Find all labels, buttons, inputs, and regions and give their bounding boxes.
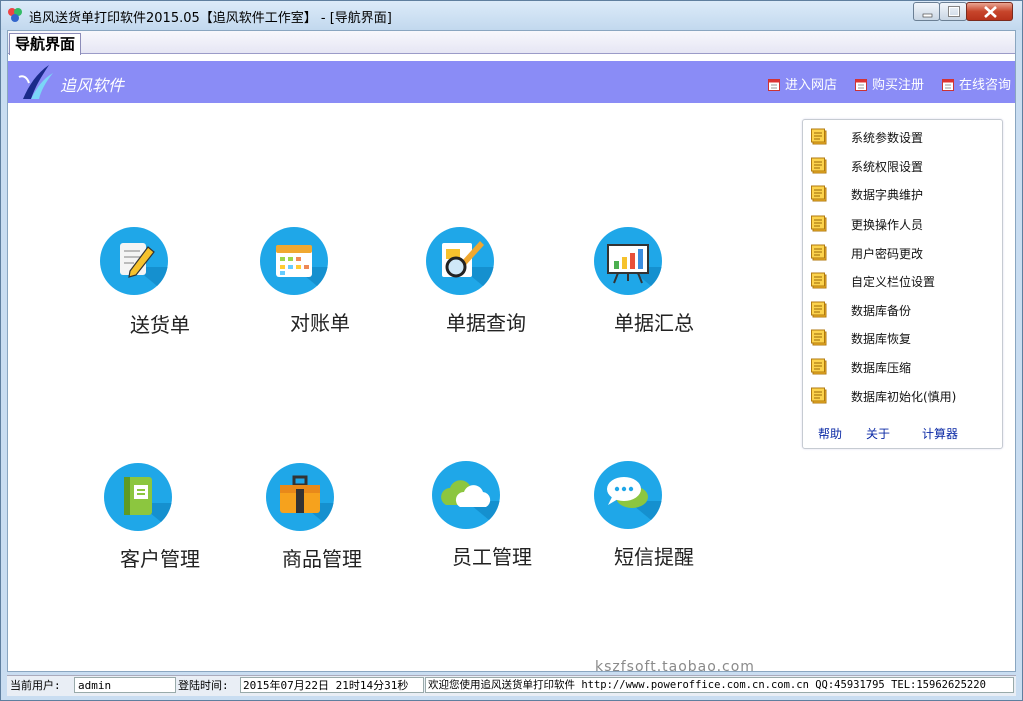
menu-item-label: 系统参数设置 xyxy=(851,131,924,145)
notes-icon xyxy=(811,329,827,346)
tile-employee-management[interactable]: 员工管理 xyxy=(420,461,560,571)
notes-icon xyxy=(811,215,827,232)
close-icon xyxy=(984,6,997,18)
maximize-button[interactable] xyxy=(939,2,967,21)
menu-item-label: 数据库初始化(慎用) xyxy=(851,390,957,404)
menu-item-label: 数据库备份 xyxy=(851,304,912,318)
settings-panel: 系统参数设置 系统权限设置 数据字典维护 更换操作人员 用户密码更改 自定义栏位… xyxy=(802,119,1003,449)
presentation-chart-icon xyxy=(594,227,662,295)
current-user-field: admin xyxy=(74,677,176,693)
notes-icon xyxy=(811,358,827,375)
online-consult-link[interactable]: 在线咨询 xyxy=(942,74,1011,93)
login-time-label: 登陆时间: xyxy=(178,679,229,692)
app-logo-icon xyxy=(8,8,22,22)
notes-icon xyxy=(811,128,827,145)
close-button[interactable] xyxy=(966,2,1013,21)
tile-label: 员工管理 xyxy=(452,545,532,569)
tile-document-summary[interactable]: 单据汇总 xyxy=(582,227,722,337)
tile-label: 单据汇总 xyxy=(614,311,694,335)
menu-item-label: 用户密码更改 xyxy=(851,247,924,261)
cloud-icon xyxy=(432,461,500,529)
calendar-icon xyxy=(768,79,780,91)
status-bar: 当前用户: admin 登陆时间: 2015年07月22日 21时14分31秒 … xyxy=(7,675,1016,696)
briefcase-icon xyxy=(266,463,334,531)
calendar-icon xyxy=(260,227,328,295)
logo-text: 追风软件 xyxy=(60,76,125,95)
tab-navigation[interactable]: 导航界面 xyxy=(9,33,82,55)
minimize-icon xyxy=(922,13,933,18)
watermark: kszfsoft.taobao.com xyxy=(595,659,755,675)
tile-label: 对账单 xyxy=(290,311,350,335)
search-document-icon xyxy=(426,227,494,295)
edit-document-icon xyxy=(100,227,168,295)
notes-icon xyxy=(811,272,827,289)
main-client-area: 导航界面 追风软件 进入网店 购买注册 在线咨询 送货单 对账单 单据查询 单据… xyxy=(7,30,1016,672)
welcome-message: 欢迎您使用追风送货单打印软件 http://www.poweroffice.co… xyxy=(428,679,986,691)
calendar-icon xyxy=(942,79,954,91)
buy-register-label: 购买注册 xyxy=(872,78,925,93)
calculator-link[interactable]: 计算器 xyxy=(922,425,958,442)
minimize-button[interactable] xyxy=(913,2,940,21)
tile-label: 短信提醒 xyxy=(614,545,694,569)
tile-document-query[interactable]: 单据查询 xyxy=(414,227,554,337)
about-link[interactable]: 关于 xyxy=(866,425,890,442)
tile-label: 单据查询 xyxy=(446,311,526,335)
address-book-icon xyxy=(104,463,172,531)
app-window: 追风送货单打印软件2015.05【追风软件工作室】 - [导航界面] 导航界面 … xyxy=(0,0,1023,701)
notes-icon xyxy=(811,244,827,261)
enter-shop-label: 进入网店 xyxy=(785,78,838,93)
notes-icon xyxy=(811,185,827,202)
notes-icon xyxy=(811,387,827,404)
menu-item-label: 数据库恢复 xyxy=(851,332,912,346)
enter-shop-link[interactable]: 进入网店 xyxy=(768,74,837,93)
logo-icon xyxy=(18,65,53,99)
tile-delivery-note[interactable]: 送货单 xyxy=(88,227,228,337)
menu-item-label: 数据库压缩 xyxy=(851,361,912,375)
login-time-field: 2015年07月22日 21时14分31秒 xyxy=(240,677,424,693)
login-time-value: 2015年07月22日 21时14分31秒 xyxy=(243,679,409,692)
menu-item-label: 系统权限设置 xyxy=(851,160,924,174)
welcome-message-field: 欢迎您使用追风送货单打印软件 http://www.poweroffice.co… xyxy=(425,677,1014,693)
menu-item-label: 数据字典维护 xyxy=(851,188,924,202)
tile-customer-management[interactable]: 客户管理 xyxy=(92,463,232,573)
current-user-value: admin xyxy=(78,679,112,692)
menu-item-label: 自定义栏位设置 xyxy=(851,275,936,289)
title-bar[interactable]: 追风送货单打印软件2015.05【追风软件工作室】 - [导航界面] xyxy=(1,1,1022,30)
help-link[interactable]: 帮助 xyxy=(818,425,842,442)
chat-bubble-icon xyxy=(594,461,662,529)
calendar-icon xyxy=(855,79,867,91)
tile-label: 送货单 xyxy=(130,313,190,337)
header-banner: 追风软件 进入网店 购买注册 在线咨询 xyxy=(8,61,1015,103)
online-consult-label: 在线咨询 xyxy=(959,78,1012,93)
current-user-label: 当前用户: xyxy=(10,679,61,692)
notes-icon xyxy=(811,301,827,318)
tile-statement[interactable]: 对账单 xyxy=(248,227,388,337)
tile-product-management[interactable]: 商品管理 xyxy=(254,463,394,573)
tab-strip: 导航界面 xyxy=(8,31,1015,55)
maximize-icon xyxy=(948,6,960,17)
navigation-content: 送货单 对账单 单据查询 单据汇总 客户管理 商品管理 员工管理 短信提醒 系统… xyxy=(8,103,1015,671)
menu-item-label: 更换操作人员 xyxy=(851,218,924,232)
tile-label: 商品管理 xyxy=(282,547,362,571)
tile-label: 客户管理 xyxy=(120,547,200,571)
buy-register-link[interactable]: 购买注册 xyxy=(855,74,924,93)
tile-sms-reminder[interactable]: 短信提醒 xyxy=(582,461,722,571)
notes-icon xyxy=(811,157,827,174)
window-title: 追风送货单打印软件2015.05【追风软件工作室】 - [导航界面] xyxy=(29,11,392,26)
